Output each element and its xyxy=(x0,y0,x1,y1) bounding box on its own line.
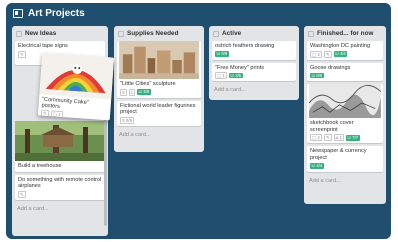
card-title: "Little Cities" sculpture xyxy=(120,81,176,87)
card-title: Fictional world leader figurines project xyxy=(120,102,196,116)
checklist-badge: ☑ 6/6 xyxy=(310,72,324,79)
card-title: Electrical tape signs xyxy=(18,43,68,49)
comment-icon: ▢ 1 xyxy=(215,72,227,80)
list-handle-icon xyxy=(16,30,22,37)
card-title: Newspaper & currency project xyxy=(310,148,367,161)
checklist-badge: ☑ 5/9 xyxy=(137,89,151,95)
card-newspaper-currency[interactable]: Newspaper & currency project ☑ 4/4 xyxy=(307,146,383,172)
card-title: Washington DC painting xyxy=(310,43,371,49)
list-header[interactable]: Supplies Needed xyxy=(117,28,201,39)
checklist-badge: ☑ 3/5 xyxy=(228,72,243,79)
card-washington-dc-painting[interactable]: Washington DC painting ▢ 2 ✎ ☑ 4/4 xyxy=(307,41,383,60)
checklist-badge: ☑ 4/4 xyxy=(333,51,348,57)
card-fictional-world-leader[interactable]: Fictional world leader figurines project… xyxy=(117,100,201,126)
card-title: "Free Money" prints xyxy=(215,64,265,71)
card-remote-control-airplanes[interactable]: Do something with remote control airplan… xyxy=(15,174,105,200)
description-icon: ≡ 0/9 xyxy=(120,116,134,124)
card-title: Do something with remote control airplan… xyxy=(18,176,102,190)
checklist-count: 4/4 xyxy=(339,51,346,57)
comment-icon: ▢ 2 xyxy=(310,134,322,142)
checklist-count: 3/5 xyxy=(235,72,242,78)
description-icon: ≡ xyxy=(120,88,127,96)
add-card-button[interactable]: Add a card... xyxy=(15,203,105,215)
board-icon xyxy=(13,8,23,18)
dragging-card-community-cake[interactable]: "Community Cake" posters ✎ ▢ 1 xyxy=(37,52,115,121)
card-free-money-prints[interactable]: "Free Money" prints ▢ 1 ☑ 3/5 xyxy=(212,62,296,82)
add-card-button[interactable]: Add a card... xyxy=(307,175,383,187)
card-goose-drawings[interactable]: Goose drawings ☑ 6/6 xyxy=(307,62,383,82)
card-sketchbook-cover[interactable]: sketchbook cover screenprint ▢ 2 ✎ ⌀ 1 ☑… xyxy=(307,84,383,144)
edit-icon: ✎ xyxy=(323,134,332,142)
treehouse-image xyxy=(15,121,105,161)
checklist-count: 7/7 xyxy=(352,135,359,141)
checklist-badge: ☑ 4/4 xyxy=(310,163,324,169)
comment-count: 1 xyxy=(222,73,225,79)
list-header[interactable]: New Ideas xyxy=(15,28,105,39)
list-title[interactable]: Supplies Needed xyxy=(127,30,179,37)
add-card-button[interactable]: Add a card... xyxy=(212,84,296,96)
list-active[interactable]: Active ostrich feathers drawing ☑ 8/9 "F… xyxy=(209,26,299,100)
checklist-badge: ☑ 8/9 xyxy=(215,51,229,57)
comment-count: 2 xyxy=(317,51,320,57)
list-header[interactable]: Active xyxy=(212,28,296,39)
card-little-cities-sculpture[interactable]: "Little Cities" sculpture ≡ 1 ☑ 5/9 xyxy=(117,41,201,98)
add-card-button[interactable]: Add a card... xyxy=(117,129,201,141)
list-header[interactable]: Finished... for now xyxy=(307,28,383,39)
checklist-count: 5/9 xyxy=(143,89,150,95)
card-title: ostrich feathers drawing xyxy=(215,43,275,49)
edit-icon: ✎ xyxy=(323,50,332,58)
community-cake-image xyxy=(39,52,115,100)
checklist-count: 8/9 xyxy=(221,51,228,57)
list-handle-icon xyxy=(118,30,124,37)
card-title: Goose drawings xyxy=(310,64,351,71)
card-title: sketchbook cover screenprint xyxy=(310,120,354,133)
sketchbook-image xyxy=(308,84,382,119)
attachment-icon: 1 xyxy=(128,88,136,96)
comment-count: 1 xyxy=(57,111,61,117)
checklist-count: 4/4 xyxy=(316,163,323,169)
edit-icon: ✎ xyxy=(18,190,26,198)
little-cities-image xyxy=(119,41,199,79)
attachment-icon: ⌀ 1 xyxy=(333,134,344,142)
list-title[interactable]: Finished... for now xyxy=(317,30,373,37)
card-build-a-treehouse[interactable]: Build a treehouse xyxy=(15,121,105,172)
board-title[interactable]: Art Projects xyxy=(28,8,85,19)
board-header: Art Projects xyxy=(6,3,391,23)
list-handle-icon xyxy=(213,30,219,37)
card-title: Build a treehouse xyxy=(18,163,62,169)
list-supplies-needed[interactable]: Supplies Needed "Little Cities" sculptur… xyxy=(114,26,204,152)
list-title[interactable]: New Ideas xyxy=(25,30,56,37)
comment-icon: ▢ 2 xyxy=(310,50,322,58)
list-title[interactable]: Active xyxy=(222,30,241,37)
checklist-count: 6/6 xyxy=(316,72,323,78)
comment-count: 2 xyxy=(317,135,320,141)
attachment-count: 1 xyxy=(339,135,342,141)
board: Art Projects New Ideas Electrical tape s… xyxy=(6,3,391,239)
list-finished[interactable]: Finished... for now Washington DC painti… xyxy=(304,26,386,204)
card-ostrich-feathers[interactable]: ostrich feathers drawing ☑ 8/9 xyxy=(212,41,296,60)
list-handle-icon xyxy=(308,30,314,37)
edit-icon: ✎ xyxy=(18,50,26,58)
checklist-badge: ☑ 7/7 xyxy=(345,135,360,141)
